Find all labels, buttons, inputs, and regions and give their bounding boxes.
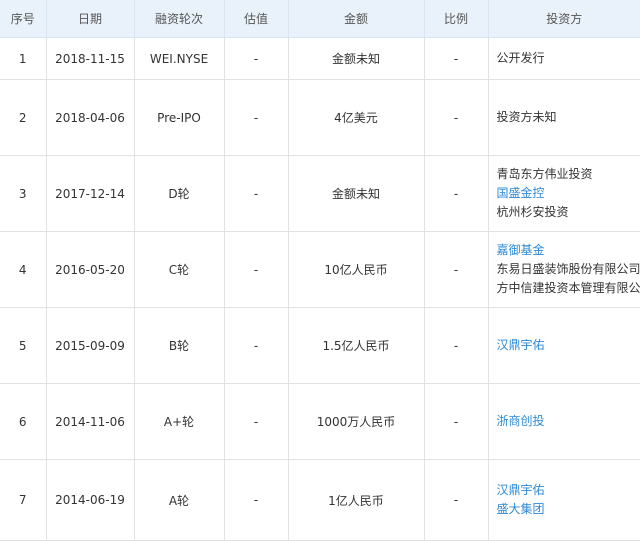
cell-index: 6 [0,384,46,460]
cell-amount: 1亿人民币 [288,460,424,541]
cell-valuation: - [224,308,288,384]
cell-index: 5 [0,308,46,384]
cell-amount: 4亿美元 [288,80,424,156]
cell-index: 3 [0,156,46,232]
cell-round: A+轮 [134,384,224,460]
cell-ratio: - [424,232,488,308]
cell-round: D轮 [134,156,224,232]
cell-date: 2016-05-20 [46,232,134,308]
cell-amount: 1000万人民币 [288,384,424,460]
cell-index: 1 [0,38,46,80]
cell-investors: 投资方未知 [488,80,640,156]
cell-index: 7 [0,460,46,541]
cell-ratio: - [424,38,488,80]
table-row: 2 2018-04-06 Pre-IPO - 4亿美元 - 投资方未知 [0,80,640,156]
header-date: 日期 [46,0,134,38]
cell-round: C轮 [134,232,224,308]
cell-round: A轮 [134,460,224,541]
table-row: 5 2015-09-09 B轮 - 1.5亿人民币 - 汉鼎宇佑 [0,308,640,384]
investor-name: 公开发行 [497,49,640,68]
cell-investors: 青岛东方伟业投资 国盛金控 杭州杉安投资 [488,156,640,232]
cell-round: WEI.NYSE [134,38,224,80]
cell-investors: 汉鼎宇佑 [488,308,640,384]
cell-date: 2017-12-14 [46,156,134,232]
investor-link[interactable]: 盛大集团 [497,500,640,519]
header-round: 融资轮次 [134,0,224,38]
header-investors: 投资方 [488,0,640,38]
table-row: 1 2018-11-15 WEI.NYSE - 金额未知 - 公开发行 [0,38,640,80]
investor-name: 杭州杉安投资 [497,203,640,222]
cell-investors: 公开发行 [488,38,640,80]
header-index: 序号 [0,0,46,38]
investor-name: 青岛东方伟业投资 [497,165,640,184]
investor-name: 方中信建投资本管理有限公司 [497,279,640,298]
cell-date: 2014-06-19 [46,460,134,541]
header-ratio: 比例 [424,0,488,38]
cell-amount: 10亿人民币 [288,232,424,308]
cell-index: 2 [0,80,46,156]
investor-link[interactable]: 国盛金控 [497,184,640,203]
table-row: 3 2017-12-14 D轮 - 金额未知 - 青岛东方伟业投资 国盛金控 杭… [0,156,640,232]
table-row: 6 2014-11-06 A+轮 - 1000万人民币 - 浙商创投 [0,384,640,460]
investor-link[interactable]: 浙商创投 [497,412,640,431]
cell-valuation: - [224,156,288,232]
cell-ratio: - [424,156,488,232]
cell-date: 2014-11-06 [46,384,134,460]
cell-date: 2018-11-15 [46,38,134,80]
cell-ratio: - [424,80,488,156]
cell-valuation: - [224,80,288,156]
header-valuation: 估值 [224,0,288,38]
cell-ratio: - [424,308,488,384]
cell-valuation: - [224,232,288,308]
cell-index: 4 [0,232,46,308]
cell-investors: 嘉御基金 东易日盛装饰股份有限公司 方中信建投资本管理有限公司 [488,232,640,308]
cell-investors: 浙商创投 [488,384,640,460]
cell-valuation: - [224,460,288,541]
investor-name: 东易日盛装饰股份有限公司 [497,260,640,279]
investor-link[interactable]: 汉鼎宇佑 [497,336,640,355]
cell-ratio: - [424,384,488,460]
investor-name: 投资方未知 [497,108,640,127]
investor-link[interactable]: 嘉御基金 [497,241,640,260]
investor-link[interactable]: 汉鼎宇佑 [497,481,640,500]
cell-round: Pre-IPO [134,80,224,156]
cell-amount: 1.5亿人民币 [288,308,424,384]
cell-ratio: - [424,460,488,541]
cell-amount: 金额未知 [288,38,424,80]
cell-date: 2018-04-06 [46,80,134,156]
funding-table: 序号 日期 融资轮次 估值 金额 比例 投资方 1 2018-11-15 WEI… [0,0,640,541]
table-row: 4 2016-05-20 C轮 - 10亿人民币 - 嘉御基金 东易日盛装饰股份… [0,232,640,308]
header-amount: 金额 [288,0,424,38]
cell-date: 2015-09-09 [46,308,134,384]
cell-amount: 金额未知 [288,156,424,232]
cell-valuation: - [224,384,288,460]
cell-investors: 汉鼎宇佑 盛大集团 [488,460,640,541]
table-header-row: 序号 日期 融资轮次 估值 金额 比例 投资方 [0,0,640,38]
cell-round: B轮 [134,308,224,384]
cell-valuation: - [224,38,288,80]
table-row: 7 2014-06-19 A轮 - 1亿人民币 - 汉鼎宇佑 盛大集团 [0,460,640,541]
